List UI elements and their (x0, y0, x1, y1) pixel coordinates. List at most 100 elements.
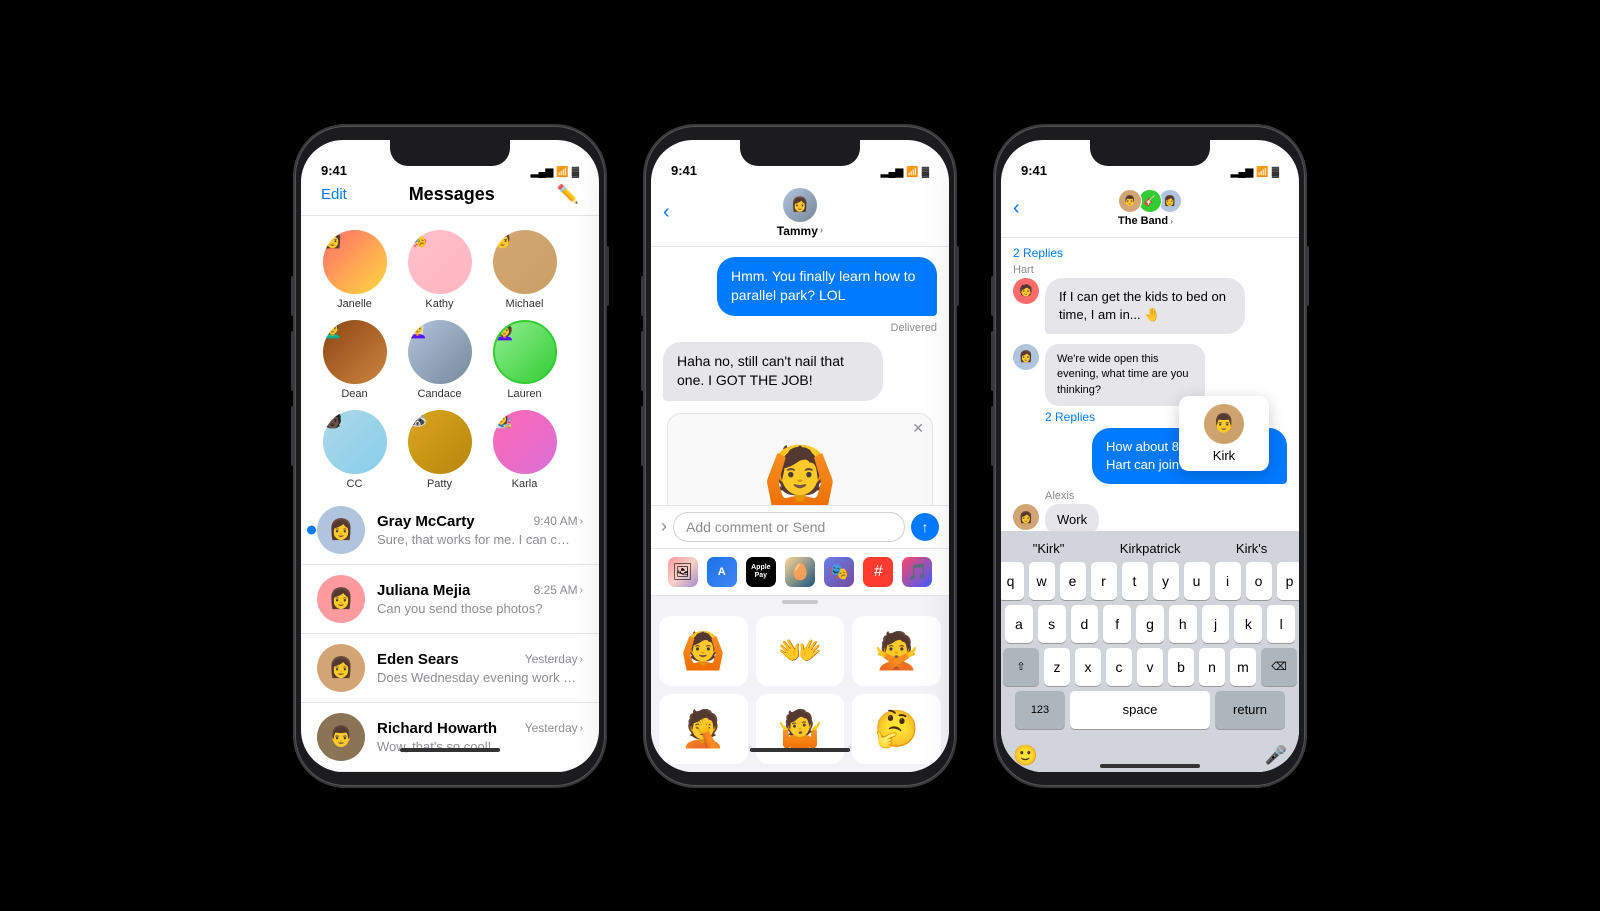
sticker-cell-3[interactable]: 🙅 (852, 616, 941, 686)
key-h[interactable]: h (1169, 605, 1197, 643)
effects-icon[interactable]: 🎭 (824, 557, 854, 587)
replies-link-1[interactable]: 2 Replies (1013, 246, 1287, 260)
list-item[interactable]: 👨 Richard Howarth Yesterday › Wow, that'… (301, 703, 599, 772)
num-key[interactable]: 123 (1015, 691, 1065, 729)
key-a[interactable]: a (1005, 605, 1033, 643)
sticker-cell-5[interactable]: 🤷 (756, 694, 845, 764)
key-t[interactable]: t (1122, 562, 1148, 600)
return-key[interactable]: return (1215, 691, 1285, 729)
avatar-item-michael[interactable]: 👨 Michael (487, 230, 562, 310)
msg-top-gray: Gray McCarty 9:40 AM › (377, 513, 583, 530)
back-button-2[interactable]: ‹ (663, 201, 670, 224)
key-l[interactable]: l (1267, 605, 1295, 643)
sticker-close-btn[interactable]: ✕ (912, 420, 924, 437)
group-info[interactable]: 👨 🎸 👩 The Band › (1118, 189, 1182, 227)
avatar-item-candace[interactable]: 👩‍🦳 Candace (402, 320, 477, 400)
phone-1: 9:41 ▂▄▆ 📶 ▓ Edit Messages ✏️ 👩 Janell (295, 126, 605, 786)
list-item[interactable]: 👩 Eden Sears Yesterday › Does Wednesday … (301, 634, 599, 703)
key-c[interactable]: c (1106, 648, 1132, 686)
avatar-item-cc[interactable]: 🧑🏿 CC (317, 410, 392, 490)
avatar-michael-label: Michael (506, 298, 544, 310)
avatar-karla-emoji: 👩‍🎨 (493, 412, 513, 429)
avatar-item-dean[interactable]: 👨‍🦱 Dean (317, 320, 392, 400)
key-s[interactable]: s (1038, 605, 1066, 643)
list-item[interactable]: 👩 Gray McCarty 9:40 AM › Sure, that work… (301, 496, 599, 565)
key-p[interactable]: p (1277, 562, 1300, 600)
key-k[interactable]: k (1234, 605, 1262, 643)
compose-button[interactable]: ✏️ (557, 184, 579, 205)
notch-3 (1090, 140, 1210, 166)
key-x[interactable]: x (1075, 648, 1101, 686)
avatar-patty: 🦝 (408, 410, 472, 474)
expand-icon[interactable]: › (661, 516, 667, 537)
picker-drag-handle (651, 596, 949, 608)
key-w[interactable]: w (1029, 562, 1055, 600)
messages-list-header: Edit Messages ✏️ (301, 184, 599, 216)
wide-open-bubble: We're wide open this evening, what time … (1045, 344, 1205, 406)
msg-name-juliana: Juliana Mejia (377, 582, 470, 599)
list-item[interactable]: 👩 Juliana Mejia 8:25 AM › Can you send t… (301, 565, 599, 634)
memoji-icon[interactable]: 🥚 (785, 557, 815, 587)
send-button[interactable]: ↑ (911, 513, 939, 541)
avatar-dean: 👨‍🦱 (323, 320, 387, 384)
key-b[interactable]: b (1168, 648, 1194, 686)
avatar-item-kathy[interactable]: 🎭 Kathy (402, 230, 477, 310)
key-m[interactable]: m (1230, 648, 1256, 686)
sticker-cell-1[interactable]: 🙆 (659, 616, 748, 686)
key-r[interactable]: r (1091, 562, 1117, 600)
back-button-3[interactable]: ‹ (1013, 197, 1020, 220)
key-v[interactable]: v (1137, 648, 1163, 686)
autocomplete-option-3[interactable]: Kirk's (1236, 541, 1267, 556)
app-store-icon[interactable]: A (707, 557, 737, 587)
key-n[interactable]: n (1199, 648, 1225, 686)
autocomplete-option-2[interactable]: Kirkpatrick (1120, 541, 1181, 556)
music-icon[interactable]: 🎵 (902, 557, 932, 587)
key-e[interactable]: e (1060, 562, 1086, 600)
photos-app-icon[interactable]: 🖼 (668, 557, 698, 587)
messages-title: Messages (409, 184, 495, 205)
delivered-status: Delivered (663, 322, 937, 334)
key-j[interactable]: j (1202, 605, 1230, 643)
msg-preview-juliana: Can you send those photos? (377, 601, 577, 616)
key-q[interactable]: q (1001, 562, 1024, 600)
chat-header: ‹ 👩 Tammy › (651, 184, 949, 247)
avatar-item-karla[interactable]: 👩‍🎨 Karla (487, 410, 562, 490)
avatar-dean-emoji: 👨‍🦱 (323, 322, 343, 339)
contact-info[interactable]: 👩 Tammy › (777, 188, 823, 238)
key-i[interactable]: i (1215, 562, 1241, 600)
avatar-item-patty[interactable]: 🦝 Patty (402, 410, 477, 490)
avatar-kathy-emoji: 🎭 (408, 232, 428, 249)
delete-key[interactable]: ⌫ (1261, 648, 1297, 686)
avatar-michael-emoji: 👨 (493, 232, 513, 249)
message-input[interactable]: Add comment or Send (673, 512, 905, 542)
key-o[interactable]: o (1246, 562, 1272, 600)
sticker-cell-4[interactable]: 🤦 (659, 694, 748, 764)
key-y[interactable]: y (1153, 562, 1179, 600)
shift-key[interactable]: ⇧ (1003, 648, 1039, 686)
avatar-item-janelle[interactable]: 👩 Janelle (317, 230, 392, 310)
autocomplete-option-1[interactable]: "Kirk" (1033, 541, 1065, 556)
sticker-cell-6[interactable]: 🤔 (852, 694, 941, 764)
emoji-key[interactable]: 🙂 (1013, 743, 1038, 768)
avatar-contacts-grid: 👩 Janelle 🎭 Kathy 👨 Michael (301, 216, 599, 496)
msg-avatar-richard: 👨 (317, 713, 365, 761)
sticker-cell-2[interactable]: 👐 (756, 616, 845, 686)
unread-indicator (307, 525, 316, 534)
autocomplete-name: Kirk (1191, 448, 1257, 463)
mic-key[interactable]: 🎤 (1265, 745, 1287, 766)
avatar-item-lauren[interactable]: 👩‍🦱 Lauren (487, 320, 562, 400)
volume-down-btn-3 (991, 406, 995, 466)
phone-3: 9:41 ▂▄▆ 📶 ▓ ‹ 👨 🎸 👩 The Band (995, 126, 1305, 786)
space-key[interactable]: space (1070, 691, 1210, 729)
edit-button[interactable]: Edit (321, 186, 347, 203)
key-z[interactable]: z (1044, 648, 1070, 686)
contact-avatar: 👩 (783, 188, 817, 222)
wifi-icon-1: 📶 (556, 167, 568, 178)
pay-label: ApplePay (751, 564, 770, 579)
key-g[interactable]: g (1136, 605, 1164, 643)
key-d[interactable]: d (1071, 605, 1099, 643)
key-f[interactable]: f (1103, 605, 1131, 643)
hashtag-icon[interactable]: # (863, 557, 893, 587)
apple-pay-icon[interactable]: ApplePay (746, 557, 776, 587)
key-u[interactable]: u (1184, 562, 1210, 600)
